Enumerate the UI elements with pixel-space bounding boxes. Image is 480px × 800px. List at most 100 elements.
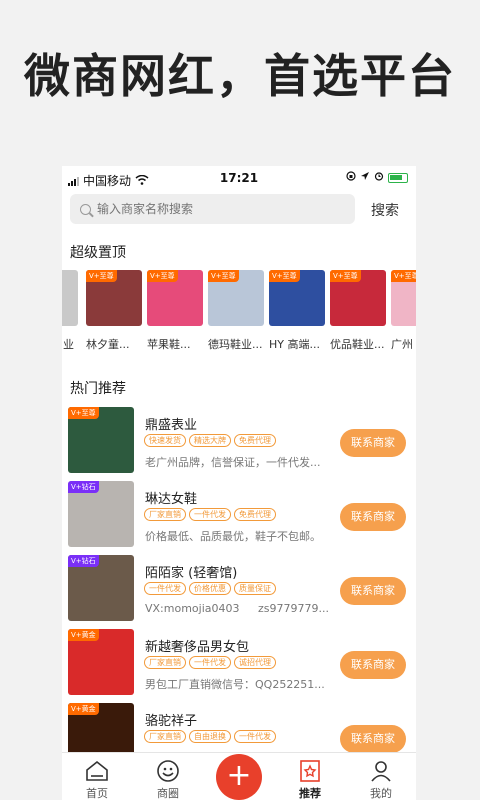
vip-badge: V+钻石 [68, 481, 99, 493]
tag: 一件代发 [189, 656, 231, 669]
list-item[interactable]: V+黄金 新越奢侈品男女包 厂家直销 一件代发 诚招代理 男包工厂直销微信号：Q… [62, 624, 416, 695]
top-store-carousel[interactable]: 业 V+至尊 林夕童... V+至尊 苹果鞋... V+至尊 德玛鞋业... V… [62, 270, 416, 356]
location-icon [360, 171, 370, 184]
tab-profile[interactable]: 我的 [351, 759, 411, 800]
tag-list: 一件代发 价格优惠 质量保证 [144, 582, 276, 595]
top-store-item[interactable]: V+至尊 广州 [391, 270, 416, 352]
store-name: HY 高端... [269, 338, 320, 351]
tab-recommend[interactable]: 推荐 [280, 759, 340, 800]
tag: 快速发货 [144, 434, 186, 447]
tag: 免费代理 [234, 434, 276, 447]
tag: 厂家直销 [144, 656, 186, 669]
store-name: 优品鞋业... [330, 338, 385, 351]
store-description: VX:momojia0403 [145, 602, 240, 615]
list-item[interactable]: V+钻石 琳达女鞋 厂家直销 一件代发 免费代理 价格最低、品质最优，鞋子不包邮… [62, 476, 416, 547]
list-item[interactable]: V+钻石 陌陌家 (轻奢馆) 一件代发 价格优惠 质量保证 VX:momojia… [62, 550, 416, 621]
vip-badge: V+钻石 [68, 555, 99, 567]
vip-badge: V+至尊 [391, 270, 416, 282]
alarm-icon [374, 171, 384, 184]
tab-business-circle[interactable]: 商圈 [138, 759, 198, 800]
store-thumbnail: V+至尊 [391, 270, 416, 326]
tag: 价格优惠 [189, 582, 231, 595]
store-description: 男包工厂直销微信号：QQ252251... [145, 678, 325, 691]
tag: 精选大牌 [189, 434, 231, 447]
tag-list: 厂家直销 自由退换 一件代发 [144, 730, 276, 743]
tag: 一件代发 [189, 508, 231, 521]
top-store-item[interactable]: V+至尊 苹果鞋... [147, 270, 203, 352]
contact-merchant-button[interactable]: 联系商家 [340, 429, 406, 457]
vip-badge: V+至尊 [147, 270, 178, 282]
store-title: 琳达女鞋 [145, 492, 198, 507]
store-thumbnail: V+至尊 [208, 270, 264, 326]
store-name: 德玛鞋业... [208, 338, 263, 351]
store-name: 苹果鞋... [147, 338, 191, 351]
contact-merchant-button[interactable]: 联系商家 [340, 503, 406, 531]
contact-merchant-button[interactable]: 联系商家 [340, 725, 406, 753]
tag: 质量保证 [234, 582, 276, 595]
search-icon [80, 203, 91, 215]
tag: 厂家直销 [144, 730, 186, 743]
section-title-hot: 热门推荐 [70, 381, 126, 397]
tag: 免费代理 [234, 508, 276, 521]
tab-label: 首页 [86, 787, 108, 800]
contact-merchant-button[interactable]: 联系商家 [340, 651, 406, 679]
vip-badge: V+至尊 [86, 270, 117, 282]
star-bookmark-icon [298, 759, 322, 783]
store-thumbnail [62, 270, 78, 326]
store-name: 林夕童... [86, 338, 130, 351]
store-thumbnail: V+至尊 [86, 270, 142, 326]
contact-merchant-button[interactable]: 联系商家 [340, 577, 406, 605]
vip-badge: V+黄金 [68, 629, 99, 641]
tab-label: 我的 [370, 787, 392, 800]
store-thumbnail: V+至尊 [269, 270, 325, 326]
search-input[interactable] [97, 202, 327, 216]
hero-title: 微商网红，首选平台 [24, 49, 456, 103]
tag: 一件代发 [234, 730, 276, 743]
store-description: 价格最低、品质最优，鞋子不包邮。 [145, 530, 321, 543]
store-image: V+至尊 [68, 407, 134, 473]
rotation-lock-icon [346, 171, 356, 184]
tab-label: 商圈 [157, 787, 179, 800]
store-description: 老广州品牌，信誉保证，一件代发... [145, 456, 321, 469]
store-title: 陌陌家 (轻奢馆) [145, 566, 238, 581]
status-bar: 中国移动 17:21 [62, 166, 416, 192]
store-description-extra: zs9779779... [258, 602, 329, 615]
list-item[interactable]: V+至尊 鼎盛表业 快速发货 精选大牌 免费代理 老广州品牌，信誉保证，一件代发… [62, 402, 416, 473]
tag-list: 快速发货 精选大牌 免费代理 [144, 434, 276, 447]
battery-icon [388, 172, 408, 183]
tag: 一件代发 [144, 582, 186, 595]
store-image: V+钻石 [68, 555, 134, 621]
tag-list: 厂家直销 一件代发 免费代理 [144, 508, 276, 521]
top-store-item[interactable]: V+至尊 德玛鞋业... [208, 270, 264, 352]
add-button[interactable]: + [216, 754, 262, 800]
top-store-item[interactable]: 业 [62, 270, 78, 352]
home-icon [85, 759, 109, 783]
store-name: 广州 [391, 338, 413, 351]
store-thumbnail: V+至尊 [147, 270, 203, 326]
user-icon [369, 759, 393, 783]
vip-badge: V+至尊 [330, 270, 361, 282]
top-store-item[interactable]: V+至尊 林夕童... [86, 270, 142, 352]
vip-badge: V+至尊 [269, 270, 300, 282]
store-image: V+钻石 [68, 481, 134, 547]
tab-home[interactable]: 首页 [67, 759, 127, 800]
phone-screen: 中国移动 17:21 搜索 超级置顶 业 [62, 166, 416, 800]
search-button[interactable]: 搜索 [371, 200, 399, 220]
store-thumbnail: V+至尊 [330, 270, 386, 326]
top-store-item[interactable]: V+至尊 优品鞋业... [330, 270, 386, 352]
tag-list: 厂家直销 一件代发 诚招代理 [144, 656, 276, 669]
tab-label: 推荐 [299, 787, 321, 800]
store-image: V+黄金 [68, 629, 134, 695]
store-title: 鼎盛表业 [145, 418, 198, 433]
tag: 自由退换 [189, 730, 231, 743]
top-store-item[interactable]: V+至尊 HY 高端... [269, 270, 325, 352]
tag: 厂家直销 [144, 508, 186, 521]
vip-badge: V+至尊 [68, 407, 99, 419]
vip-badge: V+黄金 [68, 703, 99, 715]
store-title: 新越奢侈品男女包 [145, 640, 250, 655]
section-title-top: 超级置顶 [70, 245, 126, 261]
smile-circle-icon [156, 759, 180, 783]
store-title: 骆驼祥子 [145, 714, 198, 729]
search-bar[interactable] [70, 194, 355, 224]
vip-badge: V+至尊 [208, 270, 239, 282]
